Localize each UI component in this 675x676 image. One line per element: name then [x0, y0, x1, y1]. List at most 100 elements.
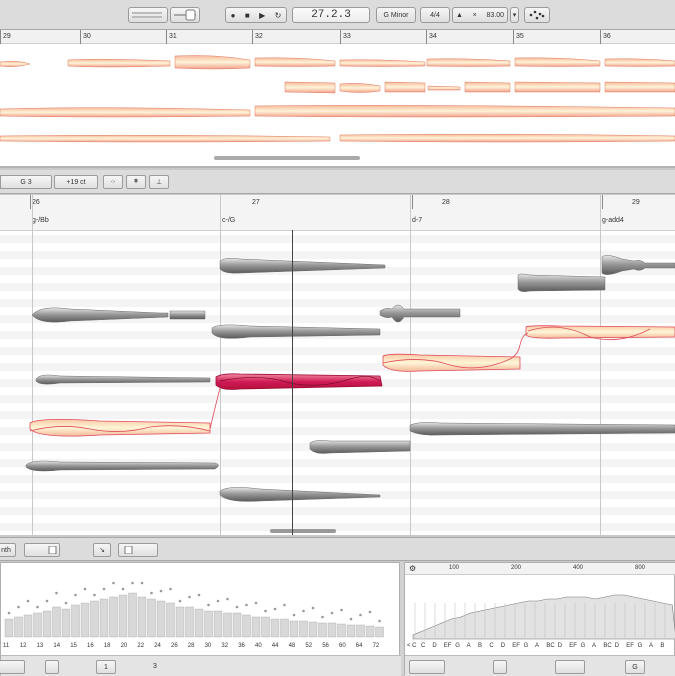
- spectrum-bar: [375, 626, 384, 638]
- editor-scrollbar[interactable]: [270, 529, 336, 533]
- note-blob: [219, 487, 381, 502]
- metronome-icon[interactable]: ▲: [456, 12, 463, 19]
- spectrum-bar: [299, 620, 308, 638]
- note-axis-label: G: [580, 643, 586, 649]
- spectrum-bar: [280, 618, 289, 638]
- note-axis-label: D: [614, 643, 620, 649]
- note-axis-label: A: [649, 643, 654, 649]
- note-axis-label: A: [535, 643, 540, 649]
- note-blob: [309, 440, 411, 454]
- spectrum-dot: [273, 607, 277, 611]
- note-blob: [379, 304, 461, 323]
- spectrum-bar: [109, 596, 118, 638]
- tempo-dropdown[interactable]: ▾: [510, 7, 519, 23]
- right-stepper-b[interactable]: [493, 660, 507, 674]
- note-axis-start: < C: [407, 643, 417, 649]
- note-axis-label: BC: [603, 643, 612, 649]
- transport-controls: ● ■ ▶ ↻: [225, 7, 287, 23]
- play-icon[interactable]: ▶: [259, 11, 265, 20]
- bottom-toolbar: nth ↘: [0, 537, 675, 561]
- spectrum-dot: [321, 615, 324, 619]
- left-stepper-a[interactable]: [0, 660, 25, 674]
- spectrum-dot: [74, 593, 77, 597]
- spectrum-dot: [368, 610, 372, 614]
- ruler-bar-number: 34: [429, 33, 437, 40]
- spectrum-dot: [55, 591, 58, 595]
- vibrato-tool-icon[interactable]: ⁘: [103, 175, 123, 189]
- spectrum-dot: [150, 591, 153, 595]
- record-icon[interactable]: ●: [231, 11, 236, 20]
- spectrum-bar: [90, 600, 99, 638]
- left-controls: 1 3: [0, 655, 401, 676]
- right-stepper-a[interactable]: [409, 660, 445, 674]
- slider-box[interactable]: [118, 543, 158, 557]
- tempo-display[interactable]: ▲ × 83.00: [452, 7, 508, 23]
- note-axis-label: G: [455, 643, 460, 649]
- spectrum-bar: [356, 624, 365, 638]
- left-stepper-b[interactable]: [45, 660, 59, 674]
- overview-blobs: [0, 55, 675, 160]
- note-blob: [601, 255, 675, 275]
- spectrum-dot: [188, 595, 191, 599]
- split-tool-icon[interactable]: ⊥: [149, 175, 169, 189]
- spectrum-dot: [340, 608, 343, 612]
- spectrum-dot: [17, 605, 20, 609]
- formant-tool-icon[interactable]: ⩨: [126, 175, 146, 189]
- spectrum-bar: [61, 608, 71, 638]
- time-signature-display[interactable]: 4/4: [420, 7, 450, 23]
- scale-tool-icon[interactable]: [524, 7, 550, 23]
- harmonic-number: 20: [120, 643, 128, 649]
- spectrum-dot: [378, 619, 381, 623]
- ruler-tick: [426, 30, 427, 44]
- position-display[interactable]: 27.2.3: [292, 7, 370, 23]
- spectrum-bar: [204, 610, 213, 638]
- spectrum-bar: [232, 612, 242, 638]
- spectrum-bar: [261, 616, 270, 638]
- note-axis-label: EF: [569, 643, 577, 649]
- spectrum-dot: [7, 611, 11, 615]
- note-axis-label: G: [523, 643, 529, 649]
- bottom-panels: 11 12 13 14 15 16 18 20 22 24 26 28 30 32 36 40 44 48 52 56…: [0, 562, 675, 676]
- harmonic-number: 28: [187, 643, 195, 649]
- note-axis-label: BC: [546, 643, 555, 649]
- spectrum-dot: [197, 593, 201, 597]
- harmonic-number: 44: [271, 643, 279, 649]
- playhead[interactable]: [292, 230, 293, 535]
- spectrum-dot: [36, 605, 39, 609]
- harmonic-number: 40: [255, 643, 262, 649]
- note-blobs: [25, 255, 675, 533]
- note-axis-label: G: [637, 643, 643, 649]
- spectrum-dot: [349, 617, 353, 621]
- note-axis-label: C: [421, 643, 426, 649]
- spectrum-bar: [128, 592, 137, 638]
- spectrum-bar: [118, 594, 128, 638]
- spectrum-dot: [264, 609, 267, 613]
- spectrum-dot: [131, 581, 134, 585]
- note-axis-label: EF: [512, 643, 520, 649]
- right-field-g[interactable]: G: [625, 660, 645, 674]
- loop-icon[interactable]: ↻: [275, 11, 282, 20]
- ruler-tick: [340, 30, 341, 44]
- spectrum-dot: [207, 603, 210, 607]
- note-editor[interactable]: 26 g-/Bb 27 c-/G 28 d-7 29 g-add4: [0, 195, 675, 535]
- stop-icon[interactable]: ■: [245, 11, 250, 20]
- key-display[interactable]: G Minor: [376, 7, 416, 23]
- note-axis-label: EF: [443, 643, 452, 649]
- note-blob: [409, 422, 675, 436]
- spectrum-dot: [112, 581, 115, 585]
- tab-left-label[interactable]: nth: [0, 543, 16, 557]
- spectrum-dot: [159, 589, 163, 593]
- overview-scrollbar[interactable]: [214, 156, 360, 160]
- left-field[interactable]: 1: [96, 660, 116, 674]
- cents-display[interactable]: +19 ct: [54, 175, 98, 189]
- ruler-bar-number: 32: [255, 33, 263, 40]
- tool-icon[interactable]: ↘: [93, 543, 111, 557]
- pitch-display[interactable]: G 3: [0, 175, 52, 189]
- right-stepper-c[interactable]: [555, 660, 585, 674]
- volume-slider[interactable]: [170, 7, 200, 23]
- ruler-bar-number: 31: [169, 33, 177, 40]
- note-axis-label: B: [478, 643, 483, 649]
- harmonic-number: 18: [103, 643, 111, 649]
- harmonic-number: 14: [53, 643, 61, 649]
- link-buttons[interactable]: [24, 543, 60, 557]
